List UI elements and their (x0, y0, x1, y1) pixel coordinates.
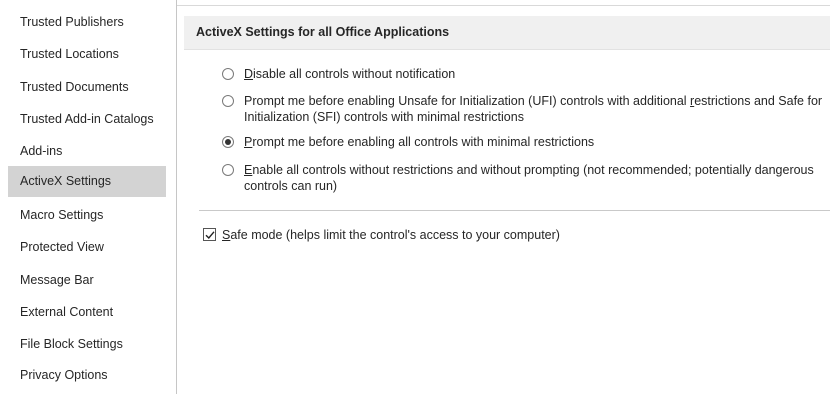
sidebar-item-trusted-publishers[interactable]: Trusted Publishers (8, 7, 166, 37)
sidebar-item-trusted-addin-catalogs[interactable]: Trusted Add-in Catalogs (8, 104, 166, 134)
section-divider (199, 210, 830, 211)
sidebar-item-file-block-settings[interactable]: File Block Settings (8, 329, 166, 359)
sidebar-item-activex-settings[interactable]: ActiveX Settings (8, 166, 166, 197)
radio-label-enable-all: Enable all controls without restrictions… (244, 163, 814, 193)
radio-label-disable-all: Disable all controls without notificatio… (244, 67, 456, 81)
radio-label-prompt-all: Prompt me before enabling all controls w… (244, 135, 595, 149)
sidebar-item-addins[interactable]: Add-ins (8, 136, 166, 166)
top-rule (177, 5, 830, 6)
section-title: ActiveX Settings for all Office Applicat… (196, 25, 450, 39)
sidebar-item-privacy-options[interactable]: Privacy Options (8, 360, 166, 390)
sidebar-item-external-content[interactable]: External Content (8, 297, 166, 327)
radio-button-prompt-all[interactable] (222, 136, 234, 148)
settings-panel: ActiveX Settings for all Office Applicat… (177, 0, 830, 394)
radio-button-prompt-ufi[interactable] (222, 95, 234, 107)
checkmark-icon (205, 231, 215, 240)
section-header: ActiveX Settings for all Office Applicat… (184, 16, 830, 50)
trust-center-window: Trusted Publishers Trusted Locations Tru… (0, 0, 830, 394)
sidebar-item-trusted-documents[interactable]: Trusted Documents (8, 72, 166, 102)
radio-label-prompt-ufi: Prompt me before enabling Unsafe for Ini… (244, 94, 823, 124)
sidebar-item-message-bar[interactable]: Message Bar (8, 265, 166, 295)
safe-mode-label: Safe mode (helps limit the control's acc… (222, 228, 560, 242)
sidebar: Trusted Publishers Trusted Locations Tru… (0, 0, 166, 394)
sidebar-item-macro-settings[interactable]: Macro Settings (8, 200, 166, 230)
radio-button-enable-all[interactable] (222, 164, 234, 176)
radio-button-disable-all[interactable] (222, 68, 234, 80)
safe-mode-checkbox[interactable] (203, 228, 216, 241)
sidebar-item-protected-view[interactable]: Protected View (8, 232, 166, 262)
sidebar-item-trusted-locations[interactable]: Trusted Locations (8, 39, 166, 69)
